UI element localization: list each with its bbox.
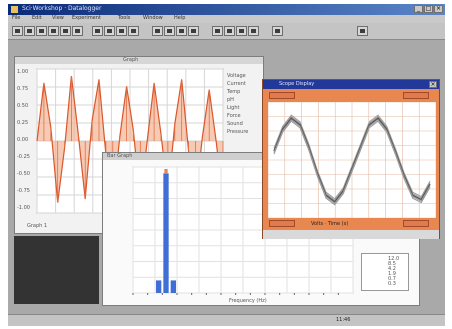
scope-status-strip (263, 230, 439, 239)
scope-window-titlebar: Scope Display × (263, 80, 439, 89)
desktop: Sci·Workshop · Datalogger _ □ × File Edi… (8, 4, 445, 326)
menu-view[interactable]: View (52, 15, 64, 21)
new-icon[interactable] (12, 26, 23, 36)
menu-help[interactable]: Help (174, 15, 185, 21)
graph-icon[interactable] (176, 26, 187, 36)
scope-window-title: Scope Display (279, 81, 315, 87)
bar-x-label: Frequency (Hz) (229, 298, 267, 304)
copy-icon[interactable] (72, 26, 83, 36)
save-icon[interactable] (36, 26, 47, 36)
settings-icon[interactable] (272, 26, 283, 36)
menu-window[interactable]: Window (143, 15, 163, 21)
scope-window[interactable]: Scope Display × Volts · Time (s) (262, 79, 440, 239)
legend-item[interactable]: Temp (227, 89, 240, 95)
cut-icon[interactable] (60, 26, 71, 36)
stop-icon[interactable] (116, 26, 127, 36)
meter-icon[interactable] (188, 26, 199, 36)
app-icon (11, 6, 18, 13)
legend-item[interactable]: Voltage (227, 73, 246, 79)
bar-peak-marker (164, 169, 168, 173)
toolbar (8, 23, 445, 40)
frequency-bar (163, 173, 169, 293)
help-icon[interactable] (357, 26, 368, 36)
math-icon[interactable] (248, 26, 259, 36)
table-icon[interactable] (164, 26, 175, 36)
zoom-in-icon[interactable] (128, 26, 139, 36)
menu-file[interactable]: File (12, 15, 20, 21)
frequency-bar (170, 280, 176, 293)
status-time: 11:46 (336, 317, 351, 323)
menu-edit[interactable]: Edit (32, 15, 42, 21)
bar-readout-panel: 12.0 8.5 4.2 1.9 0.7 0.3 (361, 253, 409, 291)
scope-close-button[interactable]: × (429, 81, 437, 88)
scope-footer-label: Volts · Time (s) (311, 221, 349, 227)
scope-sweep-button[interactable] (403, 220, 429, 227)
graph-status: Graph 1 (27, 223, 48, 229)
scope-trigger-button[interactable] (269, 220, 295, 227)
scope-icon[interactable] (224, 26, 235, 36)
readout-value: 0.3 (388, 281, 396, 287)
zoom-out-icon[interactable] (152, 26, 163, 36)
open-icon[interactable] (24, 26, 35, 36)
legend-item[interactable]: Light (227, 105, 239, 111)
menu-experiment[interactable]: Experiment (72, 15, 101, 21)
legend-item[interactable]: Pressure (227, 129, 248, 135)
start-icon[interactable] (104, 26, 115, 36)
paste-icon[interactable] (92, 26, 103, 36)
legend-item[interactable]: Force (227, 113, 241, 119)
app-title: Sci·Workshop · Datalogger (22, 5, 102, 12)
scope-channel-a-button[interactable] (269, 92, 295, 99)
app-titlebar: Sci·Workshop · Datalogger _ □ × (8, 4, 445, 15)
status-bar: 11:46 (8, 314, 445, 326)
legend-item[interactable]: Current (227, 81, 246, 87)
maximize-button[interactable]: □ (424, 5, 433, 13)
scope-trace-chart[interactable] (268, 102, 436, 218)
close-button[interactable]: × (434, 5, 443, 13)
blank-panel (14, 236, 99, 304)
scope-channel-b-button[interactable] (403, 92, 429, 99)
fft-icon[interactable] (236, 26, 247, 36)
menu-tools[interactable]: Tools (118, 15, 130, 21)
legend-item[interactable]: Sound (227, 121, 243, 127)
menu-bar: File Edit View Experiment Tools Window H… (8, 15, 445, 23)
legend-item[interactable]: pH (227, 97, 234, 103)
minimize-button[interactable]: _ (414, 5, 423, 13)
print-icon[interactable] (48, 26, 59, 36)
frequency-bar (156, 280, 162, 293)
bar-graph-icon[interactable] (212, 26, 223, 36)
